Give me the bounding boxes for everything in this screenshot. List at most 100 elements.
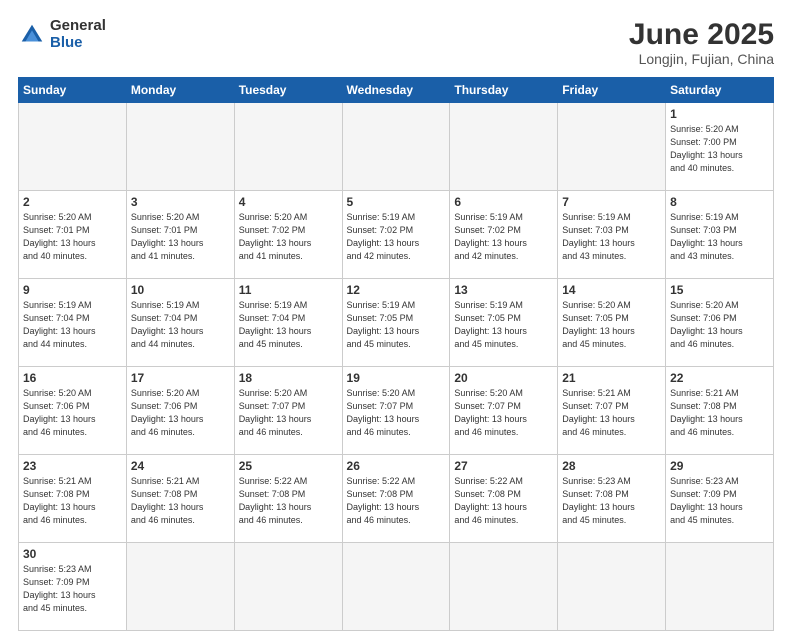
- day-info: Sunrise: 5:21 AM Sunset: 7:08 PM Dayligh…: [670, 387, 769, 439]
- table-row: [342, 543, 450, 631]
- table-row: 30Sunrise: 5:23 AM Sunset: 7:09 PM Dayli…: [19, 543, 127, 631]
- table-row: 18 Sunrise: 5:20 AM Sunset: 7:07 PM Dayli…: [234, 367, 342, 455]
- day-number: 24: [131, 459, 230, 473]
- day-info: Sunrise: 5:23 AM Sunset: 7:08 PM Dayligh…: [562, 475, 661, 527]
- day-number: 19: [347, 371, 446, 385]
- day-number: 12: [347, 283, 446, 297]
- table-row: 10 Sunrise: 5:19 AM Sunset: 7:04 PM Dayli…: [126, 279, 234, 367]
- table-row: 7Sunrise: 5:19 AM Sunset: 7:03 PM Daylig…: [558, 191, 666, 279]
- day-info: Sunrise: 5:19 AM Sunset: 7:04 PM Dayligh…: [23, 299, 122, 351]
- page-container: General Blue June 2025 Longjin, Fujian, …: [0, 0, 792, 612]
- day-number: 10: [131, 283, 230, 297]
- day-info: Sunrise: 5:22 AM Sunset: 7:08 PM Dayligh…: [347, 475, 446, 527]
- calendar-row: 23 Sunrise: 5:21 AM Sunset: 7:08 PM Dayli…: [19, 455, 774, 543]
- table-row: 16 Sunrise: 5:20 AM Sunset: 7:06 PM Dayli…: [19, 367, 127, 455]
- table-row: 14Sunrise: 5:20 AM Sunset: 7:05 PM Dayli…: [558, 279, 666, 367]
- calendar-title: June 2025: [629, 18, 774, 51]
- table-row: 2 Sunrise: 5:20 AM Sunset: 7:01 PM Daylig…: [19, 191, 127, 279]
- day-number: 17: [131, 371, 230, 385]
- day-number: 2: [23, 195, 122, 209]
- calendar-row: 16 Sunrise: 5:20 AM Sunset: 7:06 PM Dayli…: [19, 367, 774, 455]
- table-row: 3 Sunrise: 5:20 AM Sunset: 7:01 PM Daylig…: [126, 191, 234, 279]
- day-info: Sunrise: 5:19 AM Sunset: 7:02 PM Dayligh…: [347, 211, 446, 263]
- table-row: 29Sunrise: 5:23 AM Sunset: 7:09 PM Dayli…: [666, 455, 774, 543]
- header-row: Sunday Monday Tuesday Wednesday Thursday…: [19, 78, 774, 103]
- day-info: Sunrise: 5:20 AM Sunset: 7:01 PM Dayligh…: [23, 211, 122, 263]
- day-info: Sunrise: 5:19 AM Sunset: 7:05 PM Dayligh…: [454, 299, 553, 351]
- table-row: 22Sunrise: 5:21 AM Sunset: 7:08 PM Dayli…: [666, 367, 774, 455]
- day-number: 26: [347, 459, 446, 473]
- day-number: 6: [454, 195, 553, 209]
- table-row: 28 Sunrise: 5:23 AM Sunset: 7:08 PM Dayli…: [558, 455, 666, 543]
- day-number: 18: [239, 371, 338, 385]
- table-row: 9 Sunrise: 5:19 AM Sunset: 7:04 PM Daylig…: [19, 279, 127, 367]
- day-number: 16: [23, 371, 122, 385]
- day-number: 20: [454, 371, 553, 385]
- table-row: 25Sunrise: 5:22 AM Sunset: 7:08 PM Dayli…: [234, 455, 342, 543]
- calendar-subtitle: Longjin, Fujian, China: [629, 51, 774, 67]
- day-info: Sunrise: 5:19 AM Sunset: 7:04 PM Dayligh…: [131, 299, 230, 351]
- header: General Blue June 2025 Longjin, Fujian, …: [18, 18, 774, 67]
- day-info: Sunrise: 5:20 AM Sunset: 7:06 PM Dayligh…: [23, 387, 122, 439]
- day-info: Sunrise: 5:20 AM Sunset: 7:07 PM Dayligh…: [239, 387, 338, 439]
- day-number: 13: [454, 283, 553, 297]
- day-info: Sunrise: 5:21 AM Sunset: 7:08 PM Dayligh…: [131, 475, 230, 527]
- table-row: [19, 103, 127, 191]
- day-number: 28: [562, 459, 661, 473]
- logo-general: General: [50, 18, 106, 35]
- col-thursday: Thursday: [450, 78, 558, 103]
- table-row: 6 Sunrise: 5:19 AM Sunset: 7:02 PM Daylig…: [450, 191, 558, 279]
- table-row: 11Sunrise: 5:19 AM Sunset: 7:04 PM Dayli…: [234, 279, 342, 367]
- table-row: 12Sunrise: 5:19 AM Sunset: 7:05 PM Dayli…: [342, 279, 450, 367]
- day-info: Sunrise: 5:20 AM Sunset: 7:02 PM Dayligh…: [239, 211, 338, 263]
- day-info: Sunrise: 5:20 AM Sunset: 7:05 PM Dayligh…: [562, 299, 661, 351]
- day-info: Sunrise: 5:19 AM Sunset: 7:02 PM Dayligh…: [454, 211, 553, 263]
- title-block: June 2025 Longjin, Fujian, China: [629, 18, 774, 67]
- col-wednesday: Wednesday: [342, 78, 450, 103]
- table-row: [126, 103, 234, 191]
- table-row: 4Sunrise: 5:20 AM Sunset: 7:02 PM Daylig…: [234, 191, 342, 279]
- calendar-row: 2 Sunrise: 5:20 AM Sunset: 7:01 PM Daylig…: [19, 191, 774, 279]
- day-info: Sunrise: 5:22 AM Sunset: 7:08 PM Dayligh…: [239, 475, 338, 527]
- day-number: 23: [23, 459, 122, 473]
- col-saturday: Saturday: [666, 78, 774, 103]
- col-sunday: Sunday: [19, 78, 127, 103]
- day-info: Sunrise: 5:20 AM Sunset: 7:06 PM Dayligh…: [670, 299, 769, 351]
- table-row: 5Sunrise: 5:19 AM Sunset: 7:02 PM Daylig…: [342, 191, 450, 279]
- table-row: 17 Sunrise: 5:20 AM Sunset: 7:06 PM Dayli…: [126, 367, 234, 455]
- table-row: 24 Sunrise: 5:21 AM Sunset: 7:08 PM Dayli…: [126, 455, 234, 543]
- day-number: 27: [454, 459, 553, 473]
- day-number: 9: [23, 283, 122, 297]
- day-info: Sunrise: 5:21 AM Sunset: 7:08 PM Dayligh…: [23, 475, 122, 527]
- table-row: 13 Sunrise: 5:19 AM Sunset: 7:05 PM Dayli…: [450, 279, 558, 367]
- day-number: 3: [131, 195, 230, 209]
- table-row: [558, 543, 666, 631]
- logo: General Blue: [18, 18, 106, 51]
- table-row: 23 Sunrise: 5:21 AM Sunset: 7:08 PM Dayli…: [19, 455, 127, 543]
- col-friday: Friday: [558, 78, 666, 103]
- day-info: Sunrise: 5:20 AM Sunset: 7:00 PM Dayligh…: [670, 123, 769, 175]
- table-row: [234, 543, 342, 631]
- table-row: [450, 543, 558, 631]
- table-row: [234, 103, 342, 191]
- day-info: Sunrise: 5:20 AM Sunset: 7:01 PM Dayligh…: [131, 211, 230, 263]
- calendar-row: 1Sunrise: 5:20 AM Sunset: 7:00 PM Daylig…: [19, 103, 774, 191]
- day-info: Sunrise: 5:20 AM Sunset: 7:07 PM Dayligh…: [347, 387, 446, 439]
- table-row: 20 Sunrise: 5:20 AM Sunset: 7:07 PM Dayli…: [450, 367, 558, 455]
- col-monday: Monday: [126, 78, 234, 103]
- calendar-table: Sunday Monday Tuesday Wednesday Thursday…: [18, 77, 774, 631]
- day-info: Sunrise: 5:20 AM Sunset: 7:06 PM Dayligh…: [131, 387, 230, 439]
- day-info: Sunrise: 5:19 AM Sunset: 7:03 PM Dayligh…: [670, 211, 769, 263]
- logo-text: General Blue: [50, 18, 106, 51]
- day-number: 8: [670, 195, 769, 209]
- table-row: [450, 103, 558, 191]
- table-row: [666, 543, 774, 631]
- day-info: Sunrise: 5:22 AM Sunset: 7:08 PM Dayligh…: [454, 475, 553, 527]
- day-number: 11: [239, 283, 338, 297]
- table-row: [126, 543, 234, 631]
- table-row: 27 Sunrise: 5:22 AM Sunset: 7:08 PM Dayli…: [450, 455, 558, 543]
- table-row: 8 Sunrise: 5:19 AM Sunset: 7:03 PM Daylig…: [666, 191, 774, 279]
- day-info: Sunrise: 5:20 AM Sunset: 7:07 PM Dayligh…: [454, 387, 553, 439]
- table-row: 21Sunrise: 5:21 AM Sunset: 7:07 PM Dayli…: [558, 367, 666, 455]
- day-info: Sunrise: 5:23 AM Sunset: 7:09 PM Dayligh…: [23, 563, 122, 615]
